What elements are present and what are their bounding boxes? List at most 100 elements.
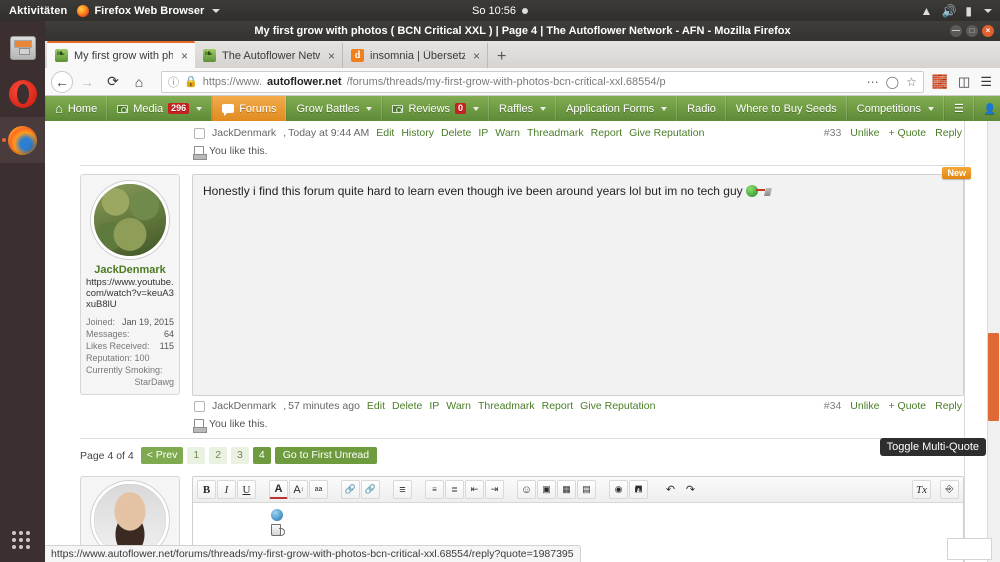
close-button[interactable]: × xyxy=(982,25,994,37)
post-action-edit[interactable]: Edit xyxy=(367,400,385,412)
home-button[interactable]: ⌂ xyxy=(127,70,151,94)
reader-mode-icon[interactable]: ◯ xyxy=(886,75,899,89)
close-icon[interactable]: × xyxy=(328,49,335,63)
activities-button[interactable]: Aktivitäten xyxy=(0,5,77,17)
post-action-give-reputation[interactable]: Give Reputation xyxy=(629,127,704,139)
page-button-3[interactable]: 3 xyxy=(231,447,249,464)
sidebar-icon[interactable]: ◫ xyxy=(958,74,970,90)
nav-item-media[interactable]: Media 296 xyxy=(107,96,213,121)
post-number[interactable]: #34 xyxy=(824,400,842,412)
camera-upload-icon[interactable]: ◉ xyxy=(609,480,628,499)
system-tray[interactable]: ▲ 🔊 ▮ xyxy=(921,5,992,17)
post-action-warn[interactable]: Warn xyxy=(446,400,471,412)
tab-0[interactable]: My first grow with phot × xyxy=(47,41,195,68)
post-action-report[interactable]: Report xyxy=(591,127,623,139)
close-icon[interactable]: × xyxy=(181,49,188,63)
nav-item-competitions[interactable]: Competitions xyxy=(846,96,944,121)
post-author[interactable]: JackDenmark xyxy=(212,127,276,139)
page-info-icon[interactable]: ⓘ xyxy=(168,74,179,90)
post-like-link[interactable]: Unlike xyxy=(850,400,879,412)
text-color-icon[interactable]: A xyxy=(269,480,288,499)
nav-item-application-forms[interactable]: Application Forms xyxy=(556,96,678,121)
post-action-history[interactable]: History xyxy=(401,127,434,139)
page-button-1[interactable]: 1 xyxy=(187,447,206,464)
post-like-link[interactable]: Unlike xyxy=(850,127,879,139)
multiquote-checkbox[interactable] xyxy=(194,127,205,139)
post-quote-link[interactable]: + Quote xyxy=(888,127,926,139)
multiquote-checkbox[interactable] xyxy=(194,400,205,412)
post-action-delete[interactable]: Delete xyxy=(441,127,471,139)
post-action-ip[interactable]: IP xyxy=(478,127,488,139)
post-action-report[interactable]: Report xyxy=(542,400,574,412)
maximize-button[interactable]: □ xyxy=(966,25,978,37)
insert-media-icon[interactable]: ▦ xyxy=(557,480,576,499)
remove-link-icon[interactable]: 🔗 xyxy=(361,480,380,499)
insert-link-icon[interactable]: 🔗 xyxy=(341,480,360,499)
nav-item-reviews[interactable]: Reviews 0 xyxy=(382,96,490,121)
bookmark-star-icon[interactable]: ☆ xyxy=(906,75,917,89)
save-draft-icon[interactable]: 🖪 xyxy=(629,480,648,499)
page-scrollbar[interactable] xyxy=(987,121,1000,562)
nav-item-menu[interactable] xyxy=(943,96,974,121)
insert-image-icon[interactable]: ▣ xyxy=(537,480,556,499)
forward-button[interactable]: → xyxy=(75,70,99,94)
page-actions-icon[interactable]: ⋯ xyxy=(867,75,879,89)
post-number[interactable]: #33 xyxy=(824,127,842,139)
font-family-icon[interactable]: aa xyxy=(309,480,328,499)
align-icon[interactable]: ≡ xyxy=(393,480,412,499)
post-action-ip[interactable]: IP xyxy=(429,400,439,412)
outdent-icon[interactable]: ⇤ xyxy=(465,480,484,499)
page-button-4[interactable]: 4 xyxy=(252,447,271,464)
avatar[interactable] xyxy=(91,181,169,259)
close-icon[interactable]: × xyxy=(473,49,480,63)
tab-1[interactable]: The Autoflower Networ × xyxy=(195,43,343,68)
nav-item-forums[interactable]: Forums xyxy=(212,96,287,121)
underline-icon[interactable]: U xyxy=(237,480,256,499)
insert-table-icon[interactable]: ▤ xyxy=(577,480,596,499)
scrollbar-thumb[interactable] xyxy=(988,333,999,421)
indent-icon[interactable]: ⇥ xyxy=(485,480,504,499)
bullet-list-icon[interactable]: ≡ xyxy=(425,480,444,499)
post-action-delete[interactable]: Delete xyxy=(392,400,422,412)
remove-formatting-icon[interactable]: Tx xyxy=(912,480,931,499)
nav-item-grow-battles[interactable]: Grow Battles xyxy=(286,96,383,121)
bold-icon[interactable]: B xyxy=(197,480,216,499)
smilies-icon[interactable]: ☺ xyxy=(517,480,536,499)
post-action-warn[interactable]: Warn xyxy=(495,127,520,139)
toggle-bbcode-icon[interactable]: ⎆ xyxy=(940,480,959,499)
clock[interactable]: So 10:56 xyxy=(472,5,529,17)
app-menu-button[interactable]: Firefox Web Browser xyxy=(77,4,221,17)
post-action-threadmark[interactable]: Threadmark xyxy=(527,127,584,139)
nav-item-where-to-buy-seeds[interactable]: Where to Buy Seeds xyxy=(725,96,847,121)
minimize-button[interactable]: — xyxy=(950,25,962,37)
undo-icon[interactable]: ↶ xyxy=(661,480,680,499)
nav-item-user[interactable]: TheMongol xyxy=(973,96,1000,121)
nav-item-radio[interactable]: Radio xyxy=(677,96,726,121)
user-name[interactable]: JackDenmark xyxy=(86,264,174,276)
prev-page-button[interactable]: < Prev xyxy=(140,447,184,464)
launcher-item-firefox[interactable] xyxy=(0,117,45,163)
post-action-threadmark[interactable]: Threadmark xyxy=(478,400,535,412)
go-to-first-unread-button[interactable]: Go to First Unread xyxy=(274,447,378,464)
italic-icon[interactable]: I xyxy=(217,480,236,499)
post-action-edit[interactable]: Edit xyxy=(376,127,394,139)
nav-item-home[interactable]: Home xyxy=(45,96,108,121)
library-icon[interactable]: 🧱 xyxy=(932,74,948,90)
post-quote-link[interactable]: + Quote xyxy=(888,400,926,412)
post-author[interactable]: JackDenmark xyxy=(212,400,276,412)
show-applications-button[interactable] xyxy=(0,531,45,552)
page-button-2[interactable]: 2 xyxy=(209,447,228,464)
tab-2[interactable]: d insomnia | Übersetzung × xyxy=(343,43,488,68)
post-reply-link[interactable]: Reply xyxy=(935,400,962,412)
menu-icon[interactable]: ☰ xyxy=(980,74,992,90)
nav-item-raffles[interactable]: Raffles xyxy=(489,96,557,121)
launcher-item-files[interactable] xyxy=(0,25,45,71)
font-size-icon[interactable]: A ↕ xyxy=(289,480,308,499)
url-bar[interactable]: ⓘ 🔒 https://www. autoflower.net/forums/th… xyxy=(161,70,924,93)
redo-icon[interactable]: ↷ xyxy=(681,480,700,499)
numbered-list-icon[interactable]: ≣ xyxy=(445,480,464,499)
launcher-item-opera[interactable] xyxy=(0,71,45,117)
new-tab-button[interactable]: + xyxy=(488,46,515,68)
back-button[interactable]: ← xyxy=(51,70,73,93)
post-action-give-reputation[interactable]: Give Reputation xyxy=(580,400,655,412)
